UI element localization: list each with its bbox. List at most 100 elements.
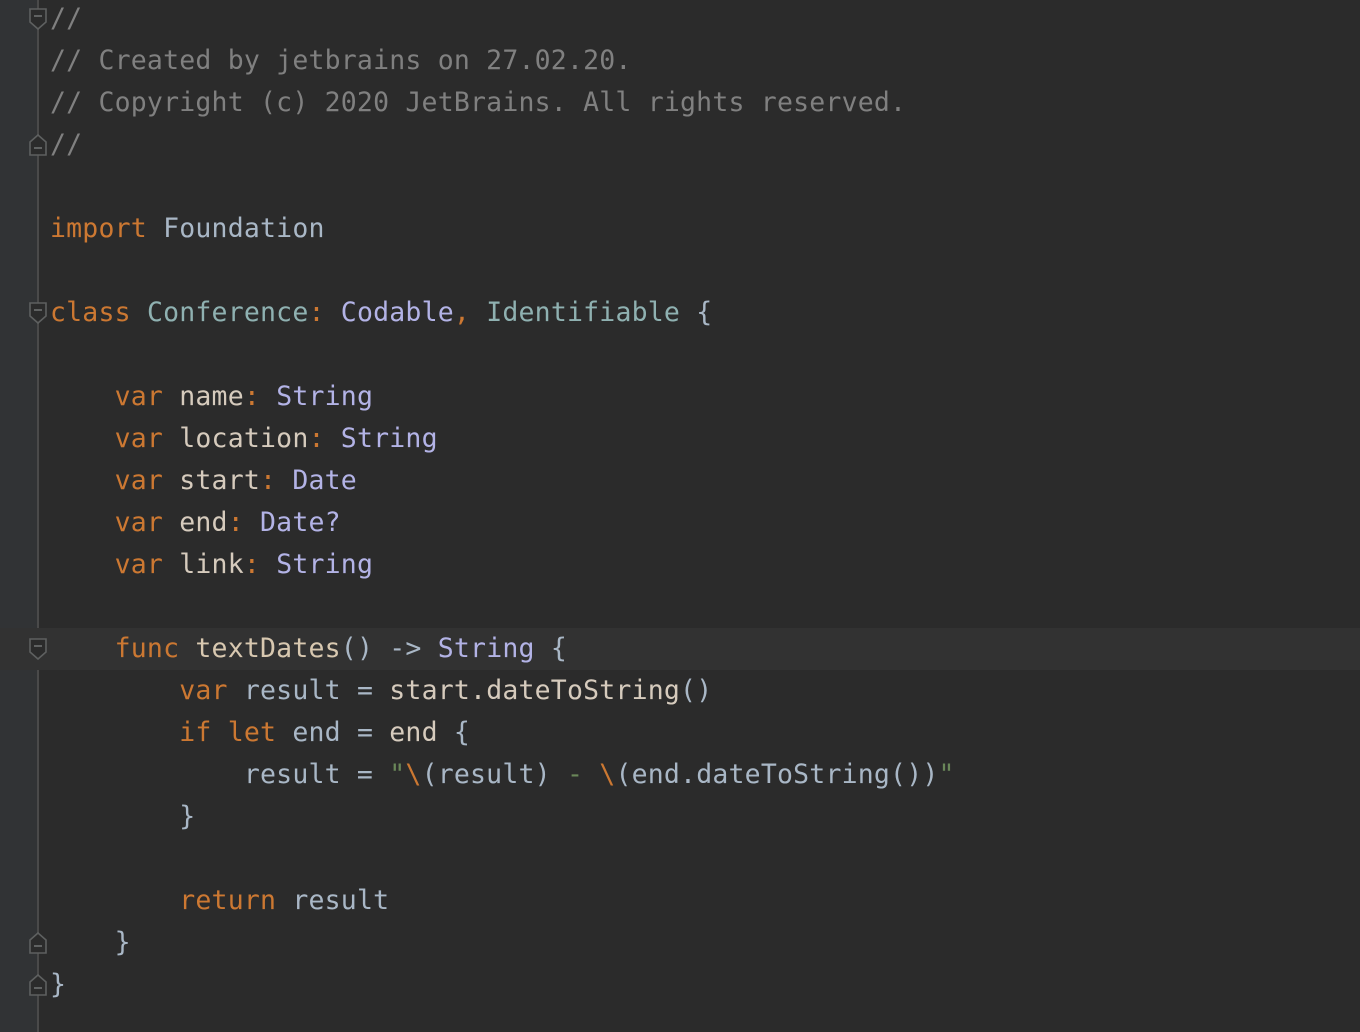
code-line[interactable]: }: [50, 922, 131, 964]
code-line[interactable]: var link: String: [50, 544, 373, 586]
code-line[interactable]: var location: String: [50, 418, 438, 460]
code-line[interactable]: var result = start.dateToString(): [50, 670, 712, 712]
code-token: name: [163, 381, 244, 412]
code-token: // Created by jetbrains on 27.02.20.: [50, 45, 632, 76]
code-token: {: [534, 633, 567, 664]
code-token: result: [276, 885, 390, 916]
code-token: :: [308, 297, 325, 328]
code-token: ": [938, 759, 955, 790]
code-line[interactable]: result = "\(result) - \(end.dateToString…: [50, 754, 955, 796]
code-token: Foundation: [146, 213, 325, 244]
code-token: :: [308, 423, 325, 454]
code-token: //: [50, 129, 83, 160]
code-token: //: [50, 3, 83, 34]
code-token: Identifiable: [486, 297, 681, 328]
fold-end-icon[interactable]: [29, 973, 47, 996]
code-line[interactable]: }: [50, 964, 66, 1006]
fold-collapse-icon[interactable]: [29, 302, 47, 325]
code-token: {: [437, 717, 471, 748]
code-token: return: [179, 885, 277, 916]
code-token: }: [50, 969, 67, 1000]
code-token: String: [437, 633, 535, 664]
code-line[interactable]: return result: [50, 880, 389, 922]
code-token: \: [599, 759, 616, 790]
code-token: var: [114, 381, 164, 412]
code-line[interactable]: //: [50, 0, 82, 40]
code-token: result =: [227, 675, 390, 706]
code-token: class: [50, 297, 131, 328]
code-token: ": [389, 759, 406, 790]
code-token: :: [260, 465, 277, 496]
fold-end-icon[interactable]: [29, 133, 47, 156]
code-token: Date?: [260, 507, 341, 538]
code-token: -: [550, 759, 600, 790]
code-line[interactable]: var start: Date: [50, 460, 357, 502]
code-token: String: [276, 381, 374, 412]
code-line[interactable]: // Created by jetbrains on 27.02.20.: [50, 40, 632, 82]
code-line[interactable]: func textDates() -> String {: [50, 628, 567, 670]
code-token: end =: [276, 717, 390, 748]
code-token: link: [163, 549, 244, 580]
code-token: (end.dateToString()): [615, 759, 939, 790]
code-token: Conference: [146, 297, 309, 328]
code-token: () ->: [340, 633, 438, 664]
code-token: var: [114, 507, 164, 538]
code-token: // Copyright (c) 2020 JetBrains. All rig…: [50, 87, 907, 118]
code-token: :: [243, 549, 261, 580]
code-token: {: [680, 297, 713, 328]
code-line[interactable]: var end: Date?: [50, 502, 341, 544]
code-token: :: [227, 507, 244, 538]
code-token: var: [114, 423, 164, 454]
code-token: String: [340, 423, 438, 454]
code-line[interactable]: //: [50, 124, 82, 166]
code-line[interactable]: class Conference: Codable, Identifiable …: [50, 292, 712, 334]
code-token: :: [243, 381, 261, 412]
code-token: var: [114, 549, 164, 580]
fold-collapse-icon[interactable]: [29, 8, 47, 31]
code-token: result =: [50, 759, 390, 790]
code-editor[interactable]: // // Created by jetbrains on 27.02.20. //…: [0, 0, 1360, 1032]
code-token: Codable: [340, 297, 454, 328]
code-token: end: [163, 507, 228, 538]
code-line[interactable]: }: [50, 796, 195, 838]
code-token: end: [389, 717, 438, 748]
code-line[interactable]: import Foundation: [50, 208, 325, 250]
code-token: var: [114, 465, 164, 496]
code-token: start: [163, 465, 261, 496]
code-line[interactable]: // Copyright (c) 2020 JetBrains. All rig…: [50, 82, 906, 124]
code-token: Date: [292, 465, 357, 496]
code-token: if let: [179, 717, 277, 748]
fold-collapse-icon[interactable]: [29, 638, 47, 661]
code-token: import: [50, 213, 147, 244]
fold-end-icon[interactable]: [29, 931, 47, 954]
code-token: start.dateToString: [389, 675, 681, 706]
code-token: var: [179, 675, 228, 706]
code-token: }: [50, 801, 196, 832]
code-token: (result): [421, 759, 551, 790]
code-token: location: [163, 423, 309, 454]
code-token: \: [405, 759, 422, 790]
code-line[interactable]: if let end = end {: [50, 712, 470, 754]
code-token: String: [276, 549, 374, 580]
code-line[interactable]: var name: String: [50, 376, 373, 418]
code-token: ,: [453, 297, 471, 328]
code-token: }: [50, 927, 131, 958]
code-token: (): [680, 675, 713, 706]
